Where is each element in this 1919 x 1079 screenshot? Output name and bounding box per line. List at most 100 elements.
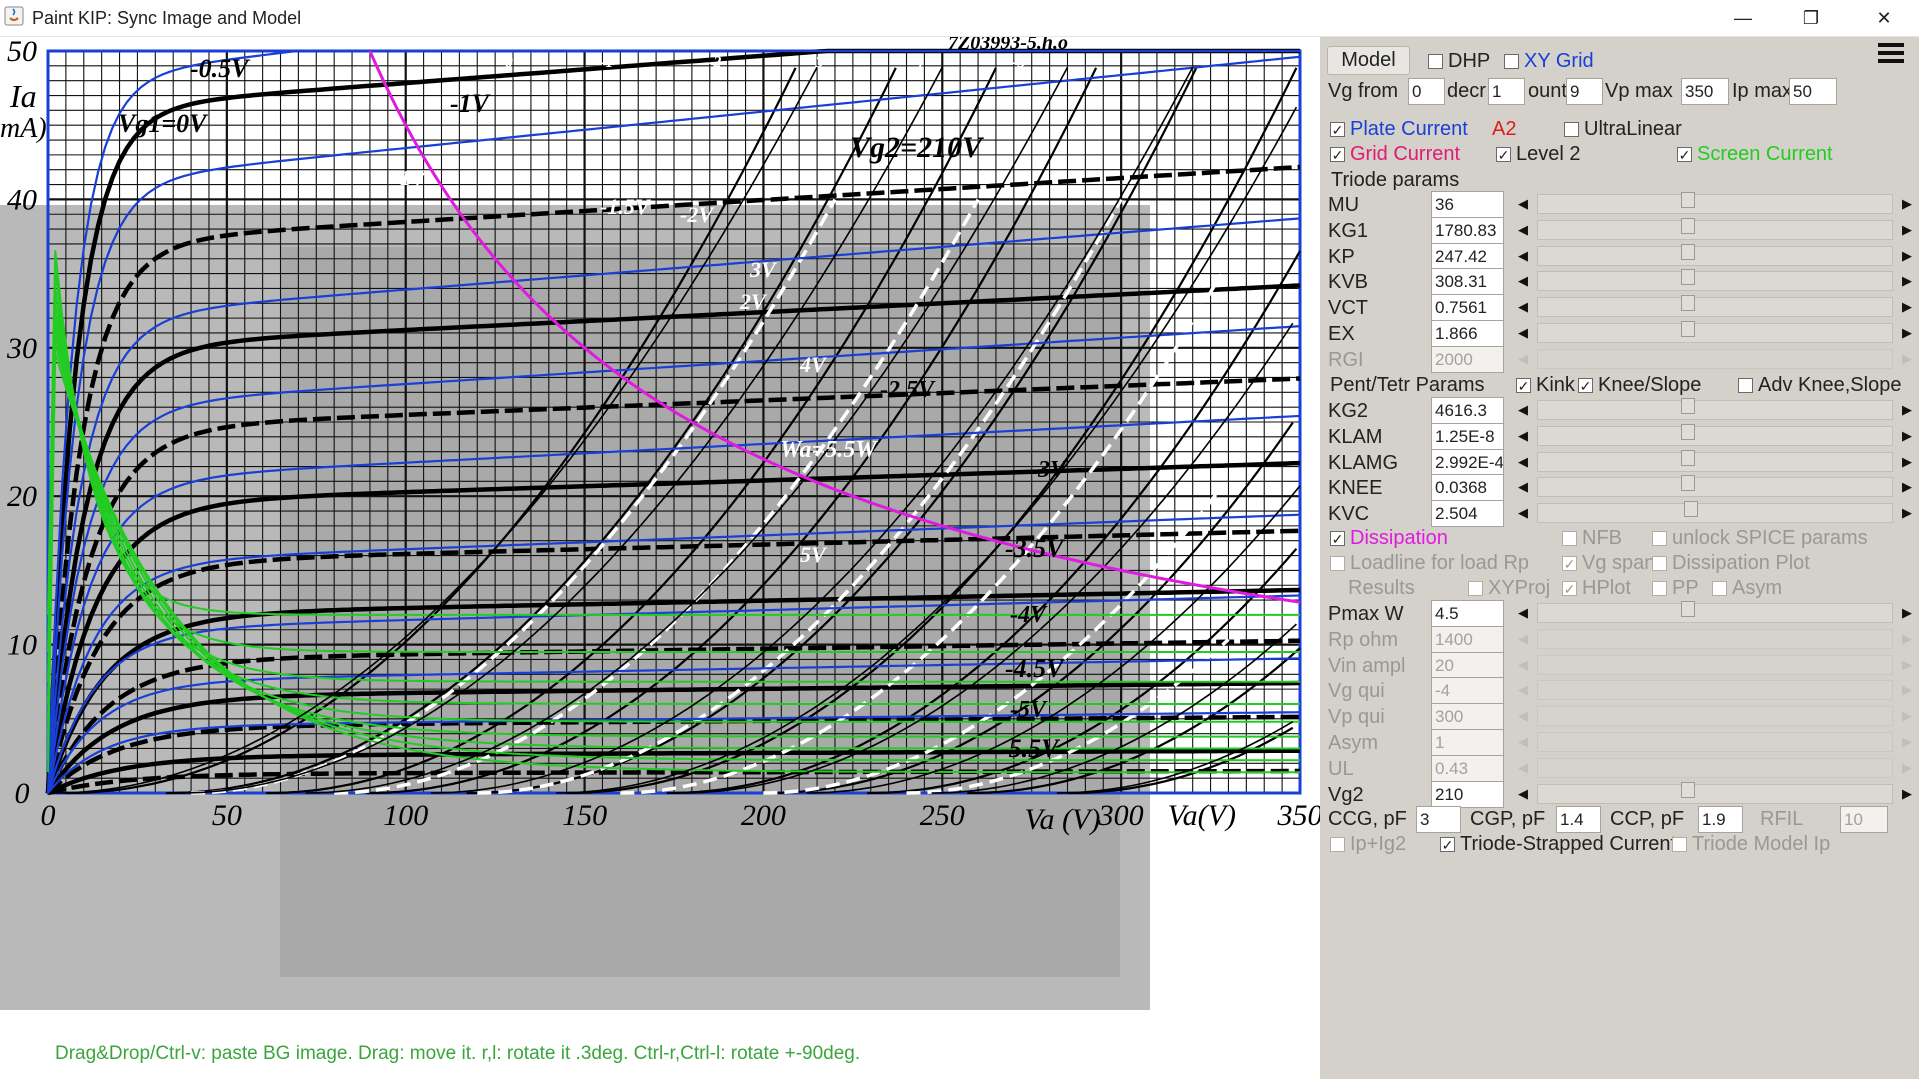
rfil-field[interactable]: 10	[1840, 806, 1888, 833]
slider-track[interactable]	[1537, 603, 1893, 623]
slider-left-arrow-icon[interactable]: ◀	[1513, 706, 1533, 726]
slider-right-arrow-icon[interactable]: ▶	[1897, 349, 1917, 369]
load-vg2-field[interactable]: 210	[1431, 780, 1504, 808]
triode-model-ip-checkbox[interactable]: Triode Model Ip	[1672, 833, 1830, 856]
load-vp-qui-field[interactable]: 300	[1431, 703, 1504, 731]
ccp-field[interactable]: 1.9	[1698, 806, 1743, 833]
load-ul-slider[interactable]: ◀ ▶	[1513, 755, 1917, 781]
slider-track[interactable]	[1537, 297, 1893, 318]
triode-ex-slider[interactable]: ◀ ▶	[1513, 320, 1917, 346]
screen-current-box[interactable]: ✓	[1677, 147, 1692, 162]
slider-thumb[interactable]	[1680, 269, 1695, 286]
minimize-button[interactable]: —	[1709, 0, 1777, 36]
pent-klamg-field[interactable]: 2.992E-4	[1431, 448, 1504, 476]
nfb-checkbox[interactable]: NFB	[1562, 527, 1622, 550]
slider-right-arrow-icon[interactable]: ▶	[1897, 680, 1917, 700]
slider-right-arrow-icon[interactable]: ▶	[1897, 194, 1917, 214]
slider-left-arrow-icon[interactable]: ◀	[1513, 629, 1533, 649]
kink-box[interactable]: ✓	[1516, 378, 1531, 393]
load-pmax-w-slider[interactable]: ◀ ▶	[1513, 600, 1917, 626]
slider-track[interactable]	[1537, 348, 1893, 369]
unlock-spice-checkbox[interactable]: unlock SPICE params	[1652, 527, 1868, 550]
slider-right-arrow-icon[interactable]: ▶	[1897, 271, 1917, 291]
slider-left-arrow-icon[interactable]: ◀	[1513, 503, 1533, 523]
slider-track[interactable]	[1537, 503, 1893, 524]
count-field[interactable]: 9	[1566, 78, 1603, 105]
slider-track[interactable]	[1537, 245, 1893, 266]
slider-track[interactable]	[1537, 757, 1893, 778]
slider-thumb[interactable]	[1680, 423, 1695, 440]
slider-left-arrow-icon[interactable]: ◀	[1513, 323, 1533, 343]
adv-knee-box[interactable]	[1738, 378, 1753, 393]
cgp-field[interactable]: 1.4	[1556, 806, 1601, 833]
vg-span-box[interactable]: ✓	[1562, 556, 1577, 571]
pent-klam-field[interactable]: 1.25E-8	[1431, 422, 1504, 450]
slider-thumb[interactable]	[1680, 398, 1695, 414]
slider-left-arrow-icon[interactable]: ◀	[1513, 400, 1533, 420]
grid-current-box[interactable]: ✓	[1330, 147, 1345, 162]
load-vg2-slider[interactable]: ◀ ▶	[1513, 781, 1917, 807]
slider-left-arrow-icon[interactable]: ◀	[1513, 758, 1533, 778]
dissipation-plot-checkbox[interactable]: Dissipation Plot	[1652, 552, 1810, 575]
xy-grid-checkbox[interactable]: XY Grid	[1504, 50, 1594, 73]
load-ul-field[interactable]: 0.43	[1431, 754, 1504, 782]
slider-right-arrow-icon[interactable]: ▶	[1897, 400, 1917, 420]
slider-left-arrow-icon[interactable]: ◀	[1513, 680, 1533, 700]
slider-thumb[interactable]	[1680, 192, 1695, 208]
triode-ex-field[interactable]: 1.866	[1431, 320, 1504, 347]
ip-ig2-box[interactable]	[1330, 837, 1345, 852]
slider-thumb[interactable]	[1680, 321, 1695, 337]
slider-track[interactable]	[1537, 271, 1893, 292]
slider-right-arrow-icon[interactable]: ▶	[1897, 629, 1917, 649]
slider-left-arrow-icon[interactable]: ◀	[1513, 603, 1533, 623]
slider-track[interactable]	[1537, 323, 1893, 343]
slider-thumb[interactable]	[1680, 295, 1695, 312]
knee-slope-checkbox[interactable]: ✓ Knee/Slope	[1578, 374, 1701, 397]
slider-right-arrow-icon[interactable]: ▶	[1897, 220, 1917, 240]
slider-track[interactable]	[1537, 680, 1893, 701]
slider-left-arrow-icon[interactable]: ◀	[1513, 732, 1533, 752]
triode-vct-field[interactable]: 0.7561	[1431, 294, 1504, 322]
pent-kvc-slider[interactable]: ◀ ▶	[1513, 500, 1917, 526]
load-asym-field[interactable]: 1	[1431, 729, 1504, 756]
decr-field[interactable]: 1	[1488, 78, 1525, 105]
close-button[interactable]: ✕	[1850, 0, 1918, 36]
asym-checkbox[interactable]: Asym	[1712, 577, 1782, 600]
triode-kp-slider[interactable]: ◀ ▶	[1513, 243, 1917, 269]
slider-left-arrow-icon[interactable]: ◀	[1513, 655, 1533, 675]
pent-klam-slider[interactable]: ◀ ▶	[1513, 423, 1917, 449]
slider-track[interactable]	[1537, 732, 1893, 752]
grid-current-checkbox[interactable]: ✓ Grid Current	[1330, 143, 1460, 166]
slider-right-arrow-icon[interactable]: ▶	[1897, 503, 1917, 523]
asym-box[interactable]	[1712, 581, 1727, 596]
slider-thumb[interactable]	[1680, 475, 1695, 492]
screen-current-checkbox[interactable]: ✓ Screen Current	[1677, 143, 1833, 166]
load-vg-qui-slider[interactable]: ◀ ▶	[1513, 677, 1917, 703]
slider-thumb[interactable]	[1684, 501, 1699, 518]
slider-left-arrow-icon[interactable]: ◀	[1513, 477, 1533, 497]
loadline-box[interactable]	[1330, 556, 1345, 571]
plate-current-checkbox[interactable]: ✓ Plate Current	[1330, 118, 1468, 141]
level2-checkbox[interactable]: ✓ Level 2	[1496, 143, 1581, 166]
slider-right-arrow-icon[interactable]: ▶	[1897, 784, 1917, 804]
slider-track[interactable]	[1537, 628, 1893, 649]
knee-slope-box[interactable]: ✓	[1578, 378, 1593, 393]
kink-checkbox[interactable]: ✓ Kink	[1516, 374, 1575, 397]
ultralinear-checkbox[interactable]: UltraLinear	[1564, 118, 1682, 141]
triode-kvb-field[interactable]: 308.31	[1431, 268, 1504, 296]
pent-kg2-slider[interactable]: ◀ ▶	[1513, 397, 1917, 423]
slider-track[interactable]	[1537, 477, 1893, 498]
loadline-checkbox[interactable]: Loadline for load Rp	[1330, 552, 1529, 575]
slider-thumb[interactable]	[1680, 217, 1695, 234]
load-vp-qui-slider[interactable]: ◀ ▶	[1513, 703, 1917, 729]
dissipation-box[interactable]: ✓	[1330, 531, 1345, 546]
slider-right-arrow-icon[interactable]: ▶	[1897, 603, 1917, 623]
triode-kg1-field[interactable]: 1780.83	[1431, 216, 1504, 244]
slider-left-arrow-icon[interactable]: ◀	[1513, 784, 1533, 804]
tube-characteristics-plot[interactable]: 0 50 100 150 200 250 300 350 0 10 20 30 40 50 Va (V) Va…	[0, 37, 1320, 1037]
slider-left-arrow-icon[interactable]: ◀	[1513, 271, 1533, 291]
ccg-field[interactable]: 3	[1416, 806, 1461, 833]
vg-from-field[interactable]: 0	[1408, 78, 1445, 105]
slider-track[interactable]	[1537, 219, 1893, 240]
slider-thumb[interactable]	[1680, 781, 1695, 798]
